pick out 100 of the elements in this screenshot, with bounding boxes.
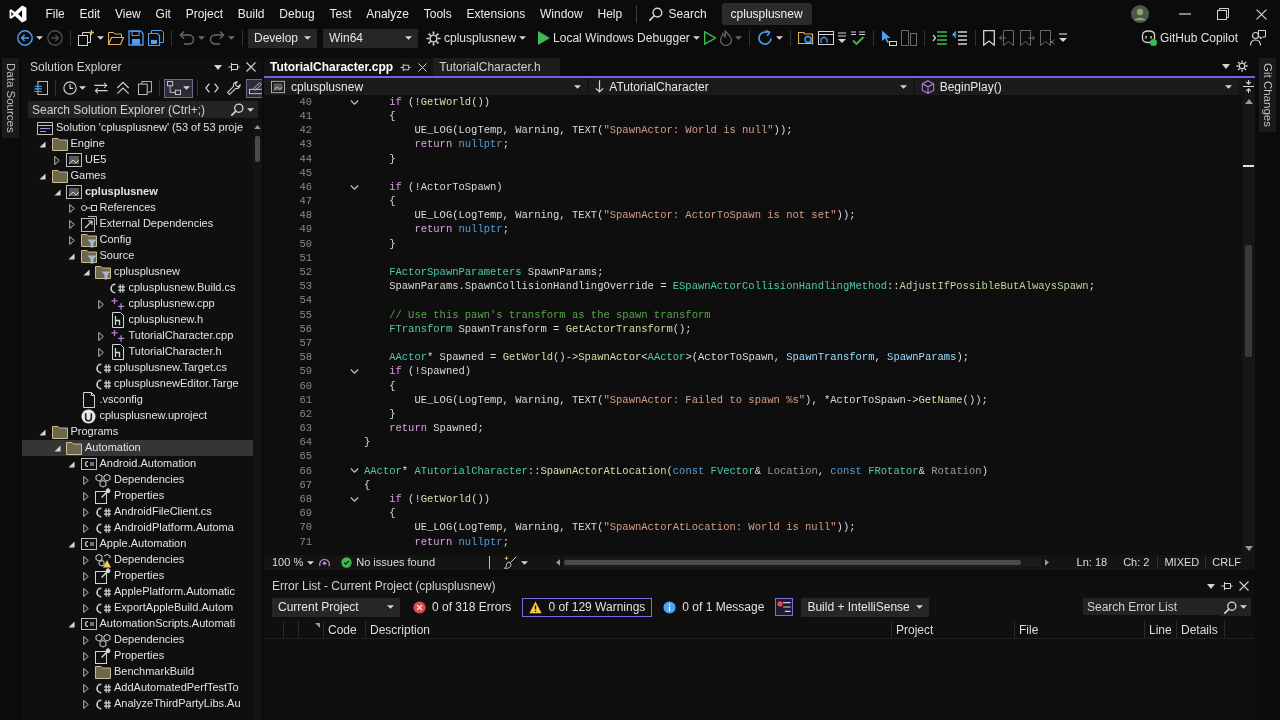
editor-tab[interactable]: TutorialCharacter.cpp	[264, 58, 434, 76]
triangle-right-icon[interactable]	[83, 683, 89, 693]
chevron-down-icon[interactable]	[350, 184, 359, 190]
tree-item[interactable]: Solution 'cplusplusnew' (53 of 53 proje	[22, 120, 253, 136]
zoom-dropdown[interactable]: 100 %	[268, 555, 319, 570]
tree-item[interactable]: UE5	[22, 152, 253, 168]
menu-item[interactable]: Git	[148, 4, 179, 24]
menu-item[interactable]: Analyze	[358, 4, 417, 24]
search-field[interactable]: Search Solution Explorer (Ctrl+;)	[28, 101, 227, 118]
triangle-right-icon[interactable]	[83, 603, 89, 613]
chevron-down-icon[interactable]	[350, 468, 359, 474]
tree-item[interactable]: ExportAppleBuild.Autom	[22, 600, 253, 616]
column-header[interactable]: Line	[1145, 621, 1177, 638]
tree-item[interactable]: Games	[22, 168, 253, 184]
tree-item[interactable]: ApplePlatform.Automatic	[22, 584, 253, 600]
column-header[interactable]: Project	[892, 621, 1015, 638]
menu-item[interactable]: Help	[590, 4, 630, 24]
save-button[interactable]	[126, 28, 146, 48]
line-ending-button[interactable]: CRLF	[1206, 555, 1247, 570]
editor-tab[interactable]: TutorialCharacter.h	[433, 58, 561, 76]
scroll-thumb[interactable]	[255, 136, 260, 162]
tree-item[interactable]: Apple.Automation	[22, 536, 253, 552]
search-button[interactable]: Search	[645, 5, 710, 23]
triangle-down-icon[interactable]	[53, 188, 61, 196]
filter-toggle[interactable]: 0 of 318 Errors	[406, 597, 519, 617]
menu-item[interactable]: Window	[532, 4, 591, 24]
filter-toggle[interactable]: 0 of 1 Message	[656, 597, 772, 617]
preview-button[interactable]	[246, 78, 262, 98]
whitespace-button[interactable]: MIXED	[1158, 555, 1206, 570]
menu-item[interactable]: File	[38, 4, 73, 24]
triangle-right-icon[interactable]	[54, 155, 60, 165]
triangle-right-icon[interactable]	[83, 651, 89, 661]
scroll-up-icon[interactable]	[254, 125, 261, 129]
menu-item[interactable]: View	[107, 4, 149, 24]
triangle-right-icon[interactable]	[83, 523, 89, 533]
tree-item[interactable]: TutorialCharacter.h	[22, 344, 253, 360]
tree-item[interactable]: .vsconfig	[22, 392, 253, 408]
chevron-down-icon[interactable]	[350, 496, 359, 502]
tree-item[interactable]: cplusplusnew.cpp	[22, 296, 253, 312]
triangle-down-icon[interactable]	[68, 620, 75, 628]
triangle-right-icon[interactable]	[83, 491, 89, 501]
triangle-right-icon[interactable]	[68, 219, 75, 229]
column-header[interactable]: Description	[366, 621, 892, 638]
column-header[interactable]: File	[1015, 621, 1145, 638]
dropdown[interactable]: Develop	[248, 28, 318, 48]
dropdown[interactable]: Win64	[323, 28, 419, 48]
navigation-dropdown[interactable]: ATutorialCharacter	[589, 78, 913, 95]
chevron-down-icon[interactable]	[350, 369, 359, 375]
tree-item[interactable]: AutomationScripts.Automati	[22, 616, 253, 632]
tree-item[interactable]: Config	[22, 232, 253, 248]
triangle-right-icon[interactable]	[83, 571, 89, 581]
triangle-down-icon[interactable]	[39, 428, 46, 436]
feedback-button[interactable]	[1248, 28, 1268, 48]
tree-item[interactable]: Dependencies	[22, 552, 253, 568]
tree-item[interactable]: cplusplusnew	[22, 184, 253, 200]
tree-item[interactable]: References	[22, 200, 253, 216]
triangle-down-icon[interactable]	[68, 540, 75, 548]
side-tab[interactable]: Data Sources	[2, 58, 19, 138]
triangle-down-icon[interactable]	[68, 460, 75, 468]
filter-toggle[interactable]: 0 of 129 Warnings	[522, 597, 653, 617]
save-all-button[interactable]	[146, 28, 166, 48]
scroll-left-icon[interactable]	[556, 559, 561, 566]
settings-button[interactable]	[1233, 58, 1251, 74]
triangle-right-icon[interactable]	[83, 587, 89, 597]
search-field[interactable]: Search Error List	[1083, 598, 1220, 615]
horizontal-scrollbar[interactable]	[564, 558, 1041, 567]
startup-project-dropdown[interactable]: cplusplusnew	[424, 28, 529, 48]
properties-button[interactable]	[224, 78, 244, 98]
back-button[interactable]	[15, 28, 45, 48]
tree-item[interactable]: cplusplusnew	[22, 264, 253, 280]
copy-button[interactable]	[135, 78, 155, 98]
menu-item[interactable]: Build	[230, 4, 272, 24]
triangle-down-icon[interactable]	[39, 172, 46, 180]
history-button[interactable]	[60, 78, 89, 98]
tree-item[interactable]: Dependencies	[22, 632, 253, 648]
close-icon[interactable]	[418, 62, 428, 72]
menu-item[interactable]: Edit	[72, 4, 108, 24]
scroll-down-icon[interactable]	[1244, 546, 1253, 551]
tree-item[interactable]: AndroidFileClient.cs	[22, 504, 253, 520]
search-button[interactable]	[1220, 598, 1251, 616]
menu-item[interactable]: Project	[178, 4, 231, 24]
triangle-down-icon[interactable]	[39, 140, 46, 148]
tree-item[interactable]: BenchmarkBuild	[22, 664, 253, 680]
pin-icon[interactable]	[400, 61, 412, 73]
tree-item[interactable]: AddAutomatedPerfTestTo	[22, 680, 253, 696]
split-button[interactable]	[1240, 78, 1255, 94]
menu-item[interactable]: Extensions	[459, 4, 533, 24]
vertical-scrollbar[interactable]	[253, 120, 262, 720]
tree-item[interactable]: External Dependencies	[22, 216, 253, 232]
column-header[interactable]: Code	[324, 621, 366, 638]
tree-item[interactable]: Properties	[22, 488, 253, 504]
side-tab[interactable]: Git Changes	[1259, 58, 1276, 132]
scope-dropdown[interactable]: Current Project	[272, 597, 400, 617]
navigation-dropdown[interactable]: cplusplusnew	[264, 78, 588, 95]
sort-icon[interactable]	[315, 623, 320, 628]
tree-item[interactable]: Engine	[22, 136, 253, 152]
outdent-button[interactable]	[949, 28, 970, 48]
triangle-right-icon[interactable]	[83, 555, 89, 565]
tree-item[interactable]: Properties	[22, 568, 253, 584]
triangle-down-icon[interactable]	[68, 252, 75, 260]
